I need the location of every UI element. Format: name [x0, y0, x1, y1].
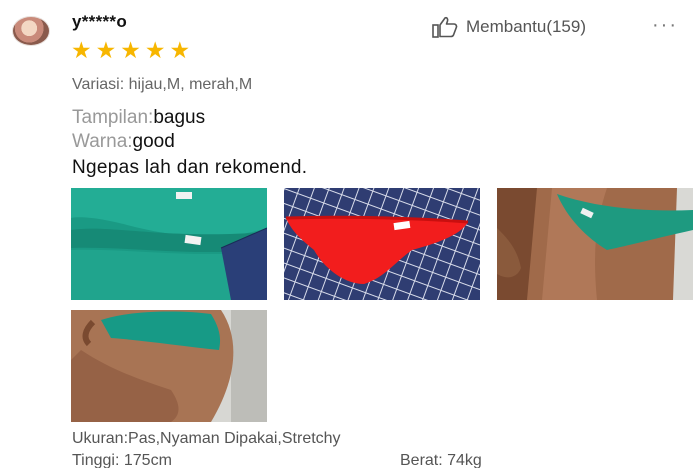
green-briefs-photo[interactable]	[71, 188, 267, 300]
helpful-count-label: Membantu(159)	[466, 17, 587, 36]
attribute-appearance: Tampilan:bagus	[72, 107, 205, 129]
attribute-key: Tampilan:	[72, 107, 154, 128]
weight-text: Berat: 74kg	[400, 452, 482, 468]
star-icon: ★	[71, 37, 92, 63]
review-card: y*****o ★ ★ ★ ★ ★ Membantu(159) ··· Vari…	[0, 0, 700, 468]
helpful-button[interactable]: Membantu(159)	[432, 16, 586, 38]
star-icon: ★	[144, 37, 166, 63]
attribute-color: Warna:good	[72, 131, 175, 153]
review-comment: Ngepas lah dan rekomend.	[72, 157, 308, 178]
rating-stars: ★ ★ ★ ★ ★	[71, 38, 190, 62]
red-briefs-image	[284, 188, 480, 300]
red-briefs-photo[interactable]	[284, 188, 480, 300]
worn-green-briefs-side-photo[interactable]	[71, 310, 267, 422]
reviewer-username: y*****o	[72, 12, 128, 31]
height-text: Tinggi: 175cm	[72, 452, 172, 468]
attribute-value: bagus	[153, 107, 206, 128]
green-briefs-image	[71, 188, 267, 300]
more-icon[interactable]: ···	[652, 14, 678, 37]
size-fit-text: Ukuran:Pas,Nyaman Dipakai,Stretchy	[72, 430, 341, 447]
worn-front-image	[497, 188, 693, 300]
attribute-key: Warna:	[72, 131, 133, 152]
star-icon: ★	[120, 37, 141, 63]
thumbs-up-icon	[432, 16, 458, 38]
star-icon: ★	[95, 37, 117, 63]
variation-text: Variasi: hijau,M, merah,M	[72, 76, 253, 93]
worn-side-image	[71, 310, 267, 422]
star-icon: ★	[169, 37, 191, 63]
attribute-value: good	[132, 131, 175, 152]
worn-green-briefs-front-photo[interactable]	[497, 188, 693, 300]
avatar[interactable]	[12, 16, 50, 46]
